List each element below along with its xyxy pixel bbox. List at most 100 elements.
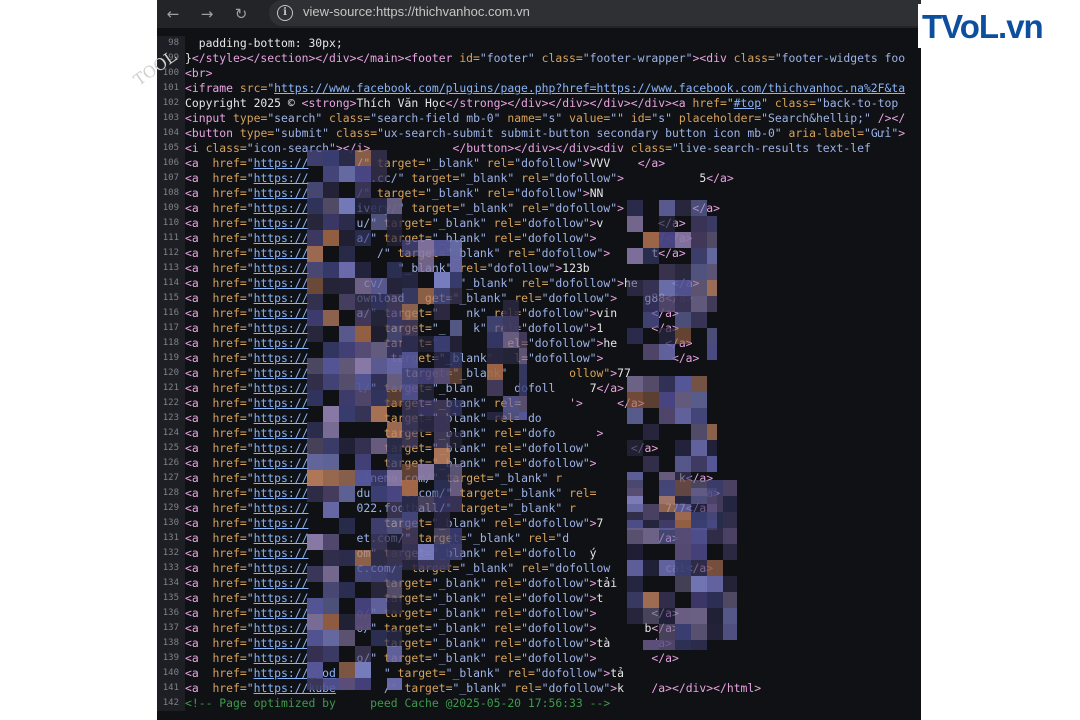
source-link[interactable]: https:// [254,516,309,530]
address-bar[interactable]: i view-source:https://thichvanhoc.com.vn [269,0,921,26]
source-link[interactable]: https:// [254,276,309,290]
source-line: 103 <input type="search" class="search-fi… [157,111,921,126]
code-token: "dofollow" [527,351,597,365]
line-number: 114 [162,278,179,288]
source-link[interactable]: https:// [254,471,309,485]
source-link[interactable]: https:// [254,636,309,650]
source-link[interactable]: https:// [254,486,309,500]
mosaic-tile [323,342,339,358]
source-link[interactable]: https:// [254,201,309,215]
line-gutter: 133 [157,561,185,576]
mosaic-tile [434,336,450,352]
code-token: href= [212,426,247,440]
source-link[interactable]: https:// [254,366,309,380]
mosaic-tile [627,528,643,544]
source-link[interactable]: #top [734,96,761,110]
source-link[interactable]: https:// [254,351,309,365]
mosaic-tile [627,592,643,608]
code-token: "dofollow" [521,576,590,590]
source-link[interactable]: https:// [254,231,309,245]
code-token: "live-search-results text-lef [671,141,871,155]
code-token: rel= [514,171,549,185]
line-number: 104 [162,128,179,138]
mosaic-tile [307,534,323,550]
back-arrow-icon[interactable]: ← [163,4,183,24]
mosaic-tile [434,432,450,448]
mosaic-tile [691,544,707,560]
mosaic-tile [323,310,339,326]
mosaic-tile [659,592,675,608]
source-line: 134 <a href="https:// target="_blank" rel… [157,576,921,591]
code-token: "_blank" [431,591,487,605]
mosaic-tile [323,502,339,518]
source-link[interactable]: https:// [254,561,309,575]
mosaic-tile [643,280,659,296]
source-link[interactable]: https:// [254,306,309,320]
source-link[interactable]: https:// [254,381,309,395]
mosaic-tile [675,528,691,544]
code-token: href= [212,456,247,470]
source-link[interactable]: https:// [254,606,309,620]
mosaic-tile [487,348,503,364]
source-link[interactable]: https:// [254,456,309,470]
mosaic-tile [707,576,723,592]
source-link[interactable]: https:// [254,216,309,230]
source-link[interactable]: https:// [254,336,309,350]
code-token: VVV [589,156,611,170]
mosaic-tile [371,374,387,390]
source-link[interactable]: https:// [254,321,309,335]
source-link[interactable]: https:// [254,246,309,260]
mosaic-tile [643,456,659,472]
mosaic-tile [307,182,323,198]
code-token: <a [185,186,213,200]
source-link[interactable]: https:// [254,501,309,515]
mosaic-tile [402,400,418,416]
source-link[interactable]: https:// [254,546,309,560]
mosaic-tile [307,230,323,246]
code-token: vin [596,306,618,320]
code-token: "back-to-top [815,96,899,110]
source-link[interactable]: https:// [254,186,309,200]
source-link[interactable]: https:// [254,426,309,440]
source-link[interactable]: https:// [254,261,309,275]
source-link[interactable]: https:// [254,171,309,185]
source-link[interactable]: https://www.facebook.com/plugins/page.ph… [274,81,905,95]
code-token: "dofollow" [548,201,618,215]
source-link[interactable]: https:// [254,441,309,455]
mosaic-tile [355,374,371,390]
source-link[interactable]: https:// [254,651,309,665]
mosaic-tile [707,280,717,296]
source-link[interactable]: https:// [254,156,309,170]
mosaic-tile [487,364,503,380]
mosaic-tile [339,486,355,502]
source-line: 131<a href="https:// et.com/" target="_b… [157,531,921,546]
mosaic-tile [707,232,717,248]
source-link[interactable]: https:// [254,621,309,635]
mosaic-tile [323,566,339,582]
site-info-icon[interactable]: i [277,5,293,21]
source-link[interactable]: https:// [254,396,309,410]
source-link[interactable]: https:// [254,411,309,425]
code-token: " [246,396,254,410]
code-token: href= [212,411,247,425]
code-token: ollow" [569,366,611,380]
source-link[interactable]: https:// [254,591,309,605]
code-token: "_blank" [431,606,487,620]
forward-arrow-icon[interactable]: → [197,4,217,24]
mosaic-tile [707,560,723,576]
mosaic-tile [307,566,323,582]
reload-icon[interactable]: ↻ [231,4,251,24]
mosaic-tile [307,150,323,166]
source-link[interactable]: https:// [254,531,309,545]
source-line: 107<a href="https:// eo.cc/" target="_bl… [157,171,921,186]
url-text[interactable]: view-source:https://thichvanhoc.com.vn [303,4,530,19]
mosaic-tile [323,214,339,230]
source-line: 108 <a href="https:// /" target="_blank" … [157,186,921,201]
code-token: "dofollow" [521,231,590,245]
mosaic-tile [627,328,643,344]
code-token: <a [185,426,213,440]
source-link[interactable]: https:// [254,576,309,590]
source-link[interactable]: https:// [254,291,309,305]
mosaic-tile [659,608,675,624]
code-token: <a [185,246,213,260]
